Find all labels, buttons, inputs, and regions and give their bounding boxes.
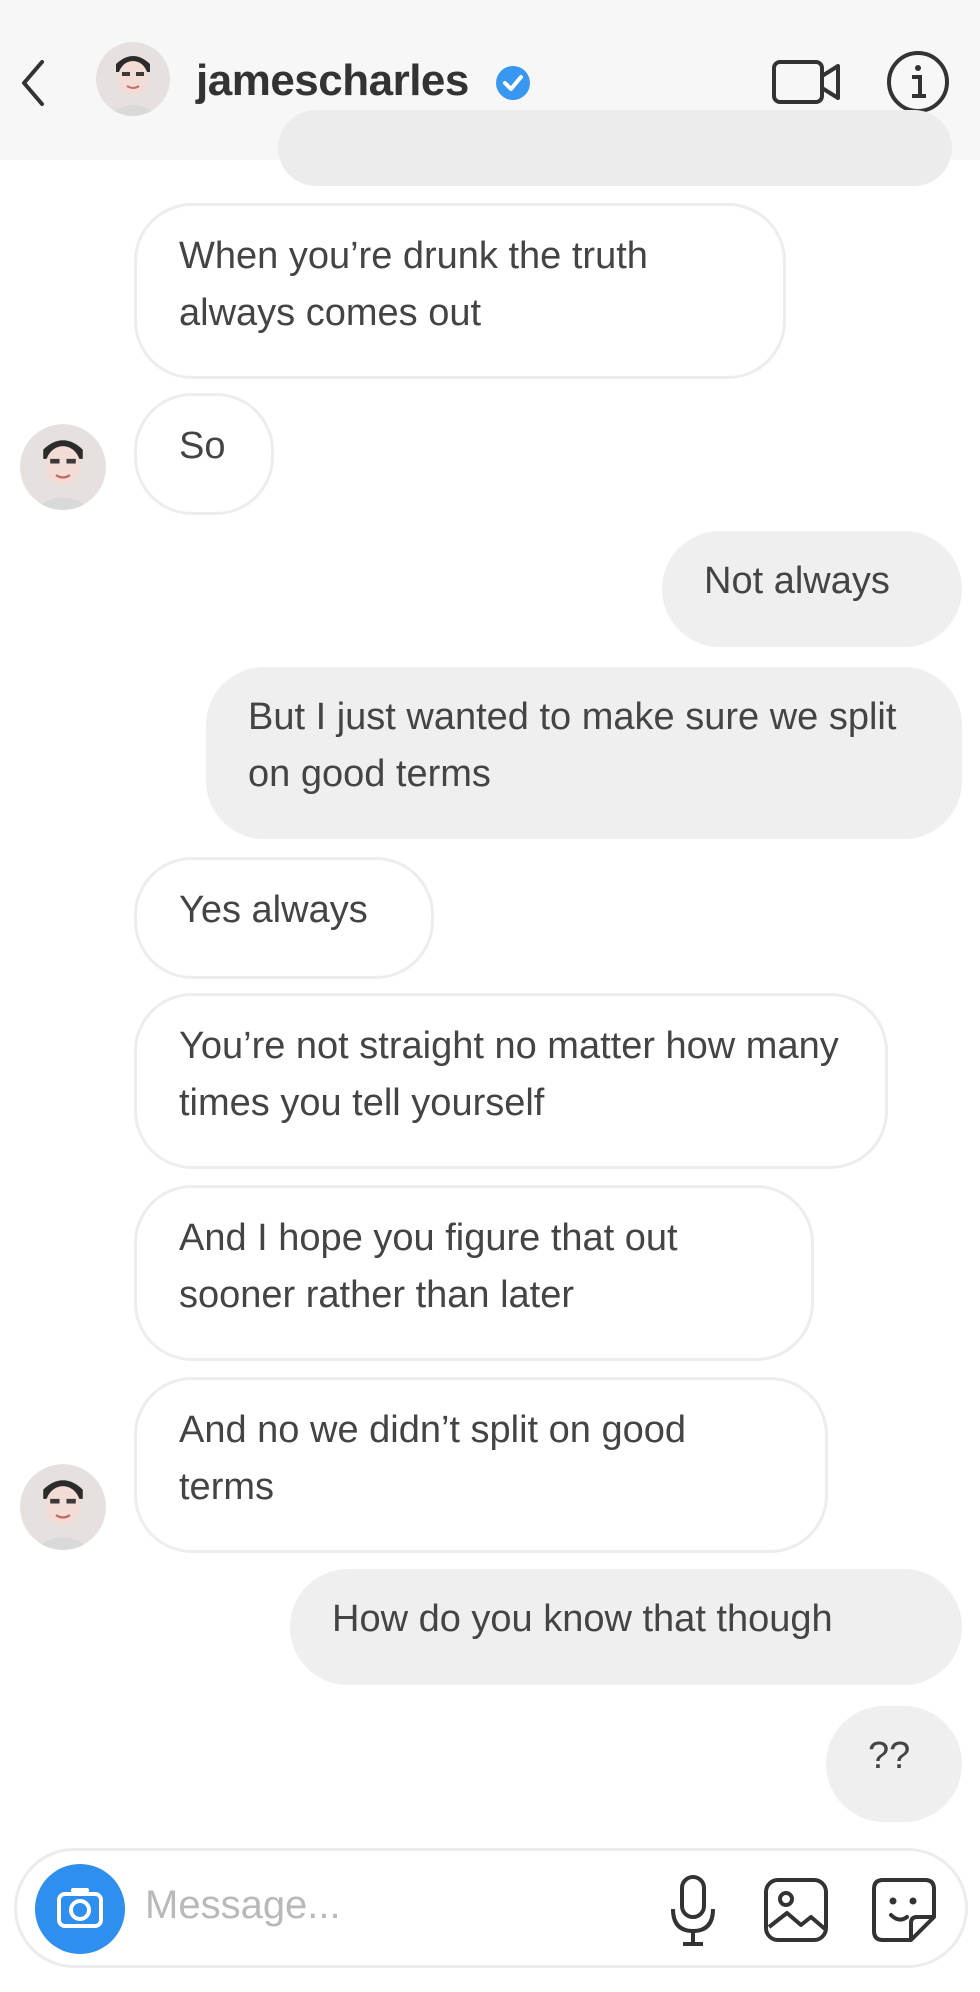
info-icon[interactable] xyxy=(884,48,952,116)
sticker-icon[interactable] xyxy=(869,1875,939,1945)
sent-message: But I just wanted to make sure we split … xyxy=(206,667,962,839)
message-composer: Message... xyxy=(14,1848,968,1968)
chat-username[interactable]: jamescharles xyxy=(196,56,469,106)
partial-message-bubble xyxy=(278,110,952,186)
message-text: And no we didn’t split on good terms xyxy=(179,1409,687,1508)
gallery-icon[interactable] xyxy=(761,1875,831,1945)
sender-avatar[interactable] xyxy=(20,1464,106,1550)
camera-button[interactable] xyxy=(35,1864,125,1954)
microphone-icon[interactable] xyxy=(665,1873,721,1949)
sent-message: Not always xyxy=(662,531,962,647)
video-call-icon[interactable] xyxy=(770,52,844,112)
received-message: When you’re drunk the truth always comes… xyxy=(134,203,786,379)
verified-badge-icon xyxy=(496,66,530,100)
message-text: When you’re drunk the truth always comes… xyxy=(179,235,648,334)
message-text: And I hope you figure that out sooner ra… xyxy=(179,1217,678,1316)
message-text: But I just wanted to make sure we split … xyxy=(248,696,897,795)
received-message: And no we didn’t split on good terms xyxy=(134,1377,828,1553)
sender-avatar[interactable] xyxy=(20,424,106,510)
received-message: You’re not straight no matter how many t… xyxy=(134,993,888,1169)
camera-icon xyxy=(57,1888,103,1928)
message-text: ?? xyxy=(868,1735,911,1777)
message-input[interactable]: Message... xyxy=(145,1883,341,1928)
back-chevron-icon[interactable] xyxy=(18,58,48,108)
sent-message: How do you know that though xyxy=(290,1569,962,1685)
message-text: How do you know that though xyxy=(332,1598,833,1640)
message-text: You’re not straight no matter how many t… xyxy=(179,1025,839,1124)
message-text: So xyxy=(179,425,226,467)
received-message: And I hope you figure that out sooner ra… xyxy=(134,1185,814,1361)
received-message: So xyxy=(134,393,274,515)
received-message: Yes always xyxy=(134,857,434,979)
message-text: Not always xyxy=(704,560,890,602)
message-text: Yes always xyxy=(179,889,368,931)
sent-message: ?? xyxy=(826,1706,962,1822)
header-avatar[interactable] xyxy=(96,42,170,116)
